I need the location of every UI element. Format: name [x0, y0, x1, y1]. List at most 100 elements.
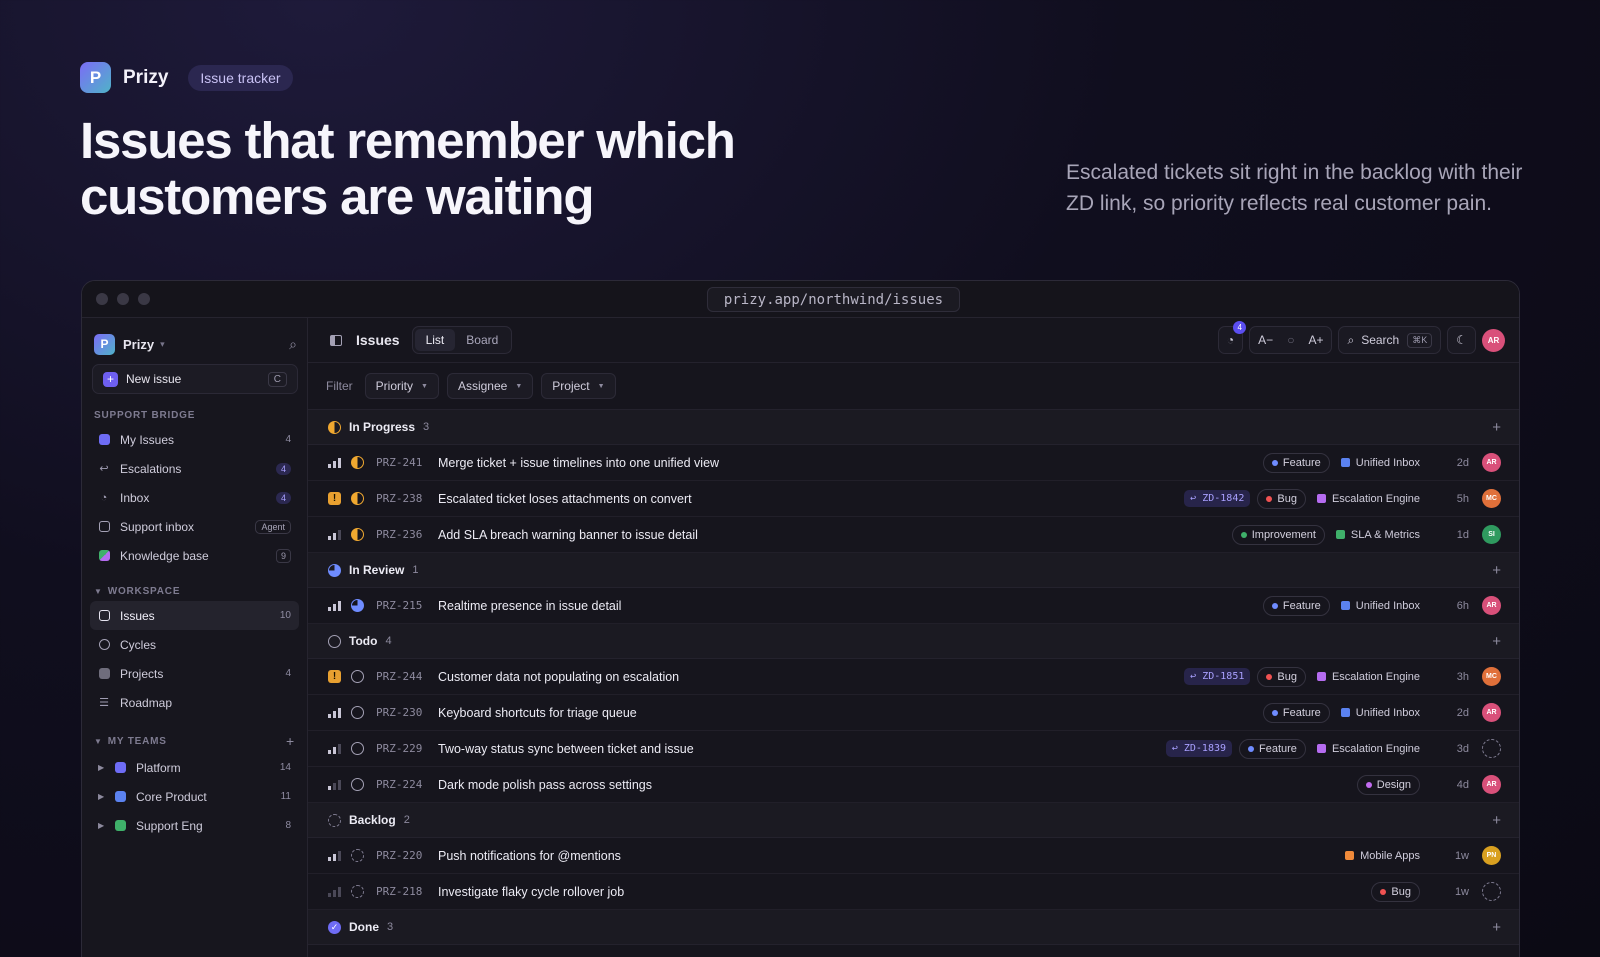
priority-icon[interactable]	[328, 850, 341, 861]
filter-priority[interactable]: Priority ▼	[364, 373, 439, 399]
issue-row[interactable]: PRZ-229 Two-way status sync between ticke…	[308, 731, 1519, 767]
project-tag[interactable]: Unified Inbox	[1340, 457, 1420, 469]
status-todo-icon[interactable]	[351, 742, 364, 755]
assignee-avatar[interactable]: AR	[1482, 596, 1501, 615]
assignee-avatar[interactable]: MC	[1482, 667, 1501, 686]
sidebar-item-support-inbox[interactable]: Support inbox Agent	[90, 512, 299, 541]
sidebar-item-team-support-eng[interactable]: ▶ Support Eng 8	[90, 811, 299, 840]
project-tag[interactable]: Unified Inbox	[1340, 707, 1420, 719]
issue-row[interactable]: ! PRZ-244 Customer data not populating on …	[308, 659, 1519, 695]
status-progress-icon[interactable]	[351, 456, 364, 469]
sidebar-item-projects[interactable]: Projects 4	[90, 659, 299, 688]
chevron-right-icon[interactable]: ▶	[98, 792, 110, 801]
sidebar-toggle-icon[interactable]	[330, 334, 342, 346]
urgent-priority-icon[interactable]: !	[328, 492, 341, 505]
notifications-button[interactable]: ◔ 4	[1217, 321, 1247, 354]
status-review-icon[interactable]	[351, 599, 364, 612]
zoom-in-button[interactable]: A+	[1308, 333, 1323, 347]
user-avatar[interactable]: AR	[1482, 328, 1505, 352]
group-header-backlog[interactable]: Backlog 2 +	[308, 803, 1519, 838]
status-todo-icon[interactable]	[351, 778, 364, 791]
assignee-avatar[interactable]: SI	[1482, 525, 1501, 544]
group-header-todo[interactable]: Todo 4 +	[308, 624, 1519, 659]
label-chip[interactable]: Feature	[1239, 738, 1306, 759]
chevron-right-icon[interactable]: ▶	[98, 821, 110, 830]
label-chip[interactable]: Bug	[1257, 488, 1306, 509]
status-progress-icon[interactable]	[351, 528, 364, 541]
filter-project[interactable]: Project ▼	[541, 373, 616, 399]
label-chip[interactable]: Improvement	[1231, 524, 1325, 545]
search-button[interactable]: ⌕ Search ⌘K	[1338, 326, 1442, 354]
add-team-icon[interactable]: +	[286, 733, 295, 749]
issue-row[interactable]: ! PRZ-238 Escalated ticket loses attachmen…	[308, 481, 1519, 517]
group-header-done[interactable]: ✓ Done 3 +	[308, 910, 1519, 945]
priority-icon[interactable]	[328, 707, 341, 718]
section-workspace[interactable]: ▼ WORKSPACE	[94, 570, 295, 601]
priority-icon[interactable]	[328, 779, 341, 790]
sidebar-item-team-platform[interactable]: ▶ Platform 14	[90, 753, 299, 782]
project-tag[interactable]: Escalation Engine	[1316, 671, 1420, 683]
url-bar[interactable]: prizy.app/northwind/issues	[707, 287, 960, 312]
label-chip[interactable]: Design	[1356, 774, 1420, 795]
window-maximize-dot[interactable]	[138, 293, 150, 305]
sidebar-item-team-core-product[interactable]: ▶ Core Product 11	[90, 782, 299, 811]
window-minimize-dot[interactable]	[117, 293, 129, 305]
project-tag[interactable]: Mobile Apps	[1345, 850, 1420, 862]
add-issue-icon[interactable]: +	[1492, 562, 1501, 579]
zendesk-link[interactable]: ↩ ZD-1839	[1165, 740, 1233, 757]
unassigned-avatar[interactable]	[1482, 739, 1501, 758]
issue-row[interactable]: PRZ-236 Add SLA breach warning banner to …	[308, 517, 1519, 553]
add-issue-icon[interactable]: +	[1492, 919, 1501, 936]
add-issue-icon[interactable]: +	[1492, 633, 1501, 650]
status-todo-icon[interactable]	[351, 706, 364, 719]
issue-row[interactable]: PRZ-230 Keyboard shortcuts for triage que…	[308, 695, 1519, 731]
priority-icon[interactable]	[328, 600, 341, 611]
status-progress-icon[interactable]	[351, 492, 364, 505]
group-header-progress[interactable]: In Progress 3 +	[308, 410, 1519, 445]
label-chip[interactable]: Bug	[1371, 881, 1420, 902]
project-tag[interactable]: Unified Inbox	[1340, 600, 1420, 612]
tab-board[interactable]: Board	[455, 329, 509, 351]
sidebar-item-cycles[interactable]: Cycles	[90, 630, 299, 659]
chevron-down-icon[interactable]: ▾	[160, 339, 165, 350]
label-chip[interactable]: Bug	[1257, 666, 1306, 687]
workspace-name[interactable]: Prizy	[123, 337, 154, 352]
group-header-review[interactable]: In Review 1 +	[308, 553, 1519, 588]
assignee-avatar[interactable]: AR	[1482, 775, 1501, 794]
zendesk-link[interactable]: ↩ ZD-1842	[1184, 490, 1251, 507]
priority-icon[interactable]	[328, 886, 341, 897]
assignee-avatar[interactable]: AR	[1482, 703, 1501, 722]
priority-icon[interactable]	[328, 743, 341, 754]
label-chip[interactable]: Feature	[1262, 702, 1330, 723]
issue-row[interactable]: PRZ-215 Realtime presence in issue detail…	[308, 588, 1519, 624]
sidebar-item-inbox[interactable]: ◔ Inbox 4	[90, 483, 299, 512]
issue-row[interactable]: PRZ-241 Merge ticket + issue timelines in…	[308, 445, 1519, 481]
issue-row[interactable]: PRZ-218 Investigate flaky cycle rollover …	[308, 874, 1519, 910]
assignee-avatar[interactable]: MC	[1482, 489, 1501, 508]
project-tag[interactable]: Escalation Engine	[1316, 743, 1420, 755]
add-issue-icon[interactable]: +	[1492, 419, 1501, 436]
priority-icon[interactable]	[328, 529, 341, 540]
urgent-priority-icon[interactable]: !	[328, 670, 341, 683]
theme-toggle-button[interactable]: ☾	[1447, 326, 1476, 354]
zoom-out-button[interactable]: A−	[1258, 333, 1273, 347]
assignee-avatar[interactable]: AR	[1482, 453, 1501, 472]
add-issue-icon[interactable]: +	[1492, 812, 1501, 829]
unassigned-avatar[interactable]	[1482, 882, 1501, 901]
search-icon[interactable]: ⌕	[289, 336, 297, 353]
filter-assignee[interactable]: Assignee ▼	[446, 373, 534, 399]
assignee-avatar[interactable]: PN	[1482, 846, 1501, 865]
sidebar-item-knowledge-base[interactable]: Knowledge base 9	[90, 541, 299, 570]
sidebar-item-escalations[interactable]: ↩ Escalations 4	[90, 454, 299, 483]
issue-row[interactable]: PRZ-224 Dark mode polish pass across sett…	[308, 767, 1519, 803]
label-chip[interactable]: Feature	[1262, 595, 1330, 616]
tab-list[interactable]: List	[414, 329, 456, 351]
sidebar-item-my-issues[interactable]: My Issues 4	[90, 425, 299, 454]
chevron-right-icon[interactable]: ▶	[98, 763, 110, 772]
project-tag[interactable]: SLA & Metrics	[1335, 529, 1420, 541]
status-backlog-icon[interactable]	[351, 849, 364, 862]
reset-zoom-icon[interactable]: ○	[1287, 333, 1294, 347]
priority-icon[interactable]	[328, 457, 341, 468]
label-chip[interactable]: Feature	[1262, 452, 1330, 473]
section-my-teams[interactable]: ▼ MY TEAMS +	[94, 717, 295, 753]
